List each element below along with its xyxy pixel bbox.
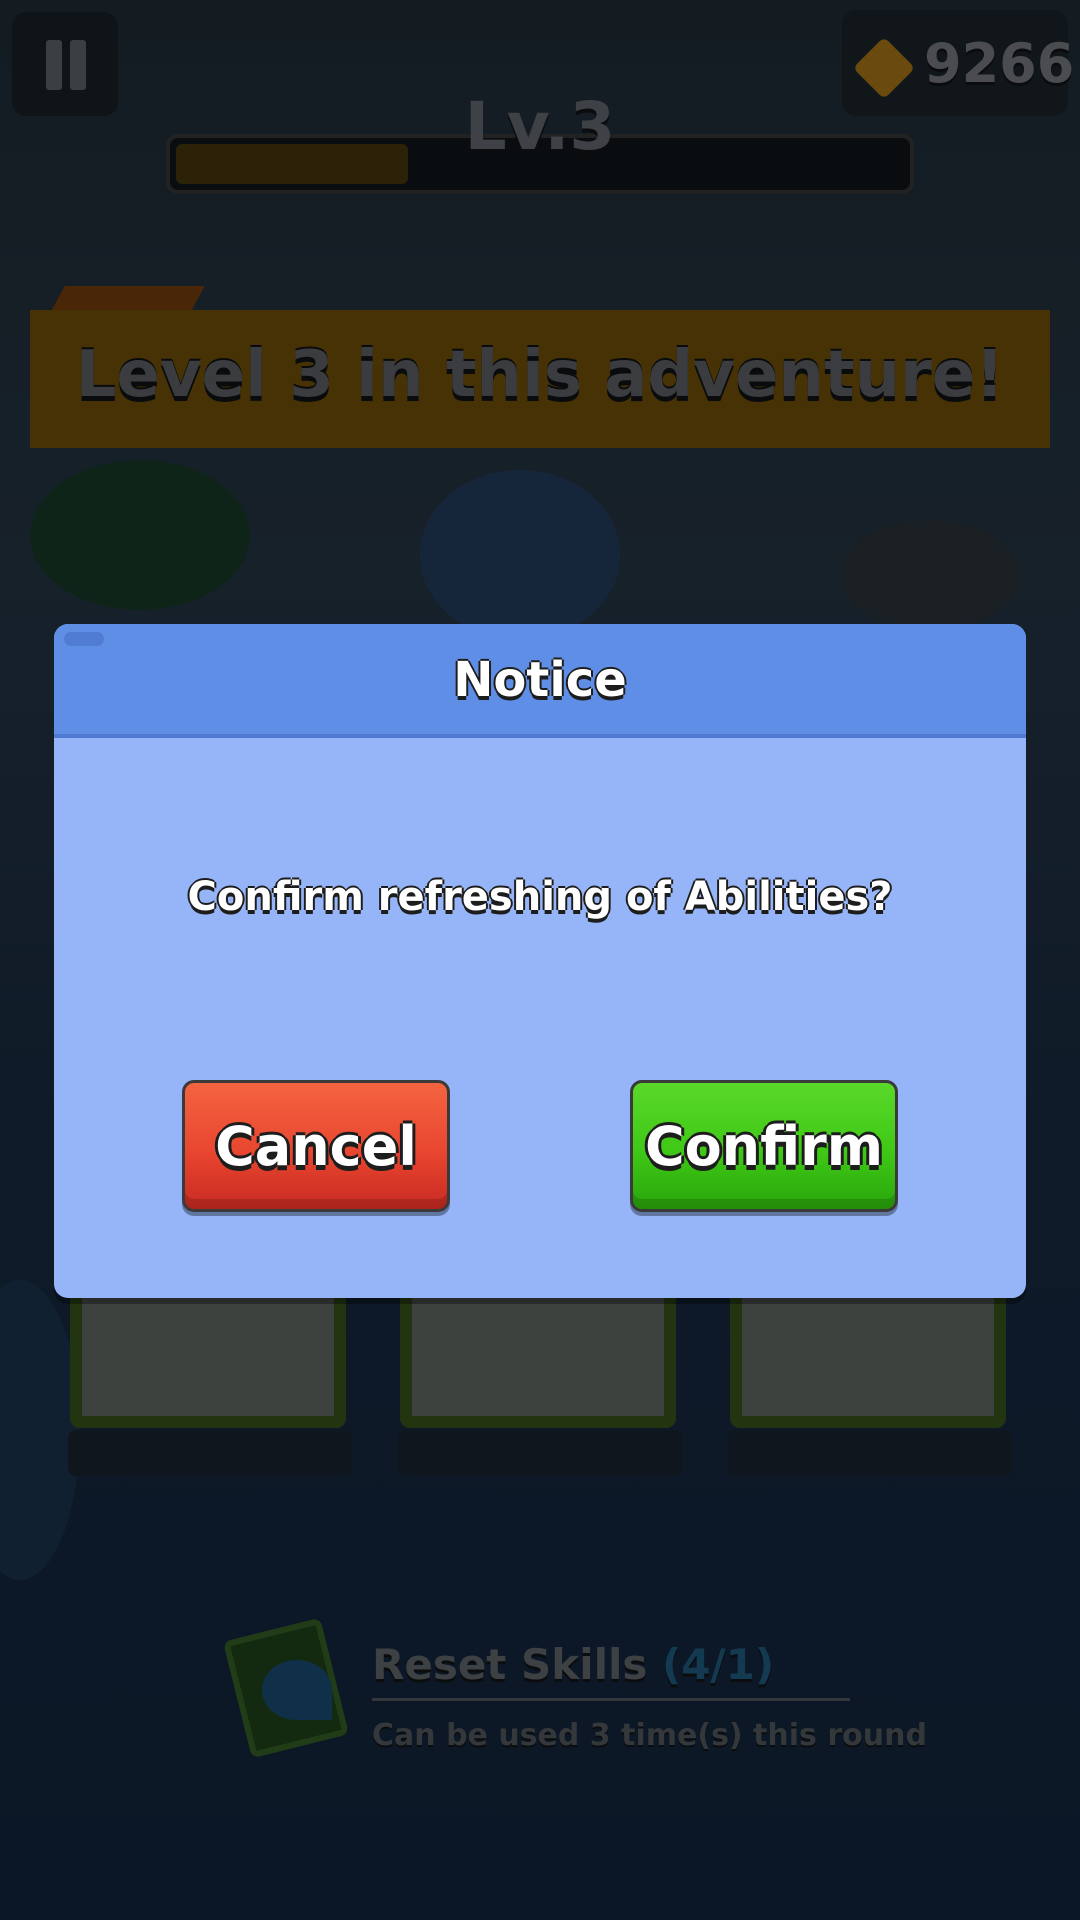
bush-decoration [30,460,250,610]
reset-skills-label: Reset Skills [372,1640,648,1689]
level-label: Lv.3 [464,88,616,165]
ability-card-base-2 [398,1430,682,1476]
notice-dialog: Notice Confirm refreshing of Abilities? … [54,624,1026,1298]
divider [372,1698,850,1701]
dialog-message: Confirm refreshing of Abilities? [187,874,893,920]
dialog-title: Notice [453,652,627,708]
cancel-button[interactable]: Cancel [182,1080,450,1212]
snow-decoration [0,1280,80,1580]
ability-card-base-1 [68,1430,352,1476]
reset-skills-title: Reset Skills (4/1) [372,1640,774,1689]
dialog-header: Notice [54,624,1026,738]
level-up-banner: Level 3 in this adventure! [30,310,1050,448]
reset-skills-count: (4/1) [662,1640,775,1689]
banner-text: Level 3 in this adventure! [75,338,1005,412]
pause-icon [46,40,62,90]
reset-skills-subtitle: Can be used 3 time(s) this round [372,1718,927,1753]
reset-arrow-icon [262,1660,332,1720]
monster-silhouette [420,470,620,640]
header-sparkle [64,632,104,646]
gem-count: 9266 [924,32,1075,95]
rock-decoration [840,520,1020,630]
confirm-button[interactable]: Confirm [630,1080,898,1212]
ability-card-base-3 [728,1430,1012,1476]
